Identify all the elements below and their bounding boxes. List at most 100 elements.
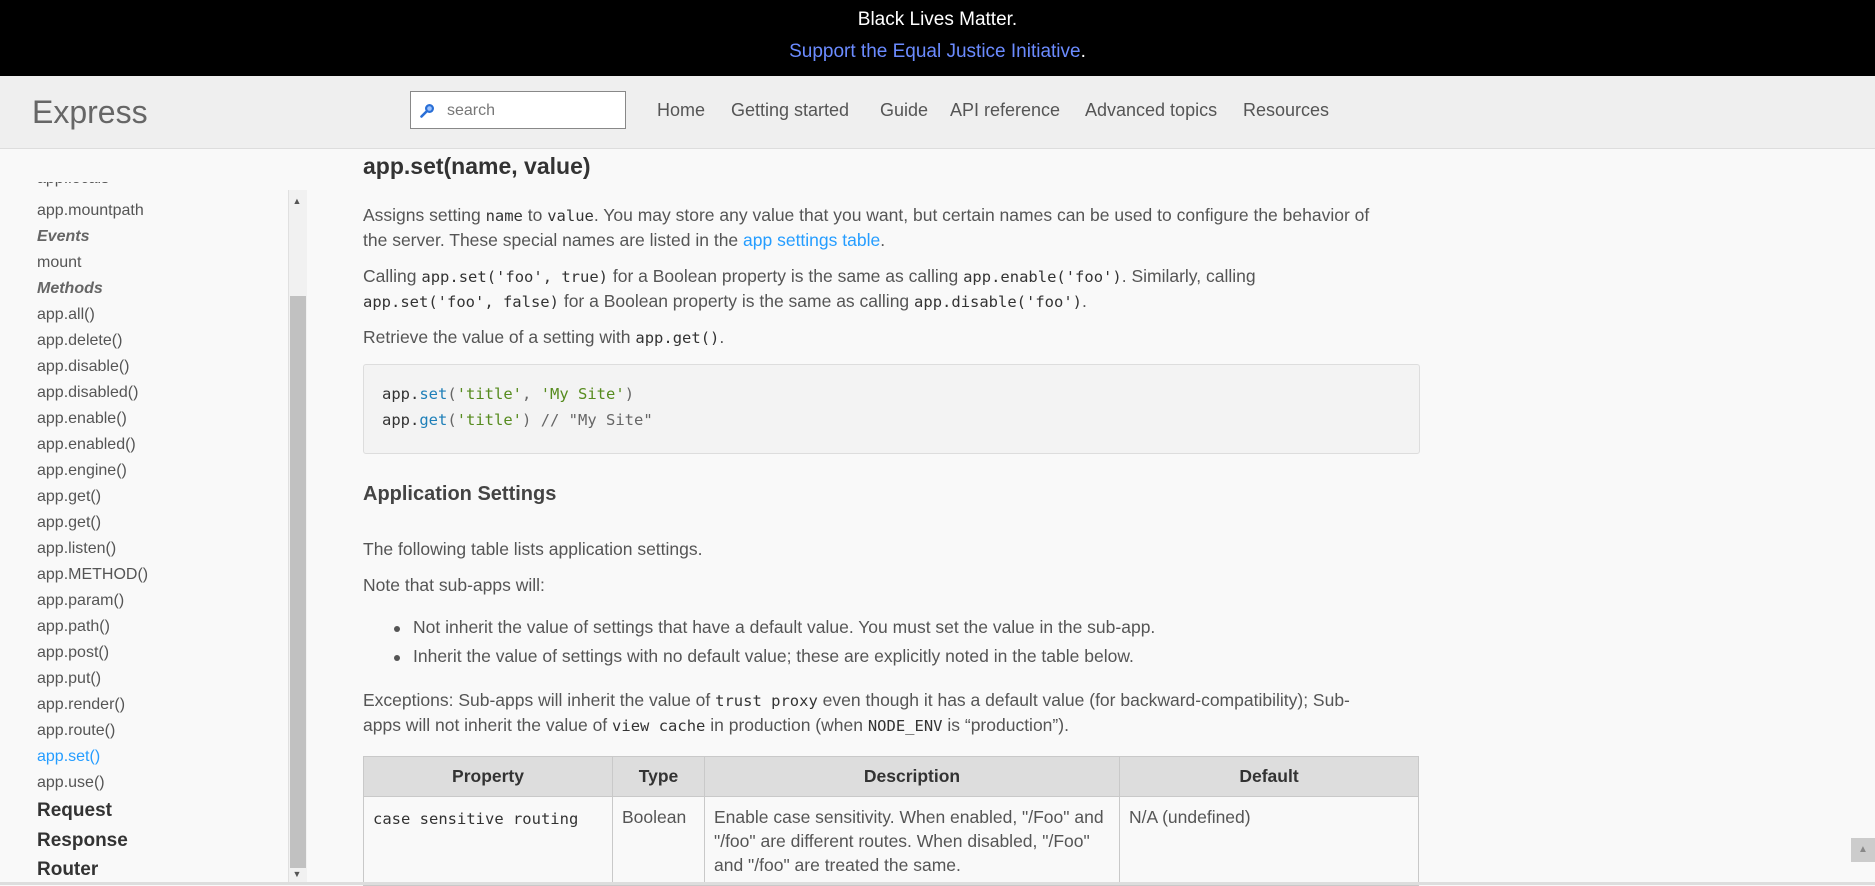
code-token: 'title' <box>456 385 523 403</box>
nav-guide[interactable]: Guide <box>880 100 928 121</box>
sidebar-item[interactable]: app.post() <box>37 644 109 662</box>
list-item: Inherit the value of settings with no de… <box>413 646 1134 666</box>
column-header-property: Property <box>363 756 613 797</box>
banner-period: . <box>1080 41 1086 62</box>
code-token: . <box>410 411 420 429</box>
text: even though it has a default value (for … <box>817 690 1350 710</box>
text: . <box>1082 291 1087 311</box>
sidebar-item[interactable]: app.mountpath <box>37 202 144 220</box>
sidebar-scrollbar-thumb[interactable] <box>290 296 306 868</box>
text: . <box>880 230 886 250</box>
text: Retrieve the value of a setting with <box>363 327 636 347</box>
express-logo[interactable]: Express <box>32 94 148 131</box>
text: for a Boolean property is the same as ca… <box>558 291 915 311</box>
search-icon <box>420 104 434 118</box>
inline-code: app.disable('foo') <box>914 293 1083 311</box>
column-header-type: Type <box>612 756 705 797</box>
sidebar-item[interactable]: app.render() <box>37 696 125 714</box>
code-token: 'title' <box>456 411 523 429</box>
sidebar-item[interactable]: app.param() <box>37 592 124 610</box>
sidebar-item[interactable]: app.METHOD() <box>37 566 148 584</box>
text: Assigns setting <box>363 205 486 225</box>
text: the server. These special names are list… <box>363 230 744 250</box>
search-input[interactable] <box>445 98 619 124</box>
inline-code: trust proxy <box>715 692 818 710</box>
sidebar-item[interactable]: app.path() <box>37 618 110 636</box>
paragraph-exceptions: Exceptions: Sub-apps will inherit the va… <box>363 688 1423 738</box>
back-to-top-arrow-icon[interactable]: ▲ <box>1851 838 1875 862</box>
inline-code: NODE_ENV <box>867 717 943 735</box>
sidebar-item-clipped[interactable]: app.locals <box>37 182 109 188</box>
sidebar-item[interactable]: app.route() <box>37 722 115 740</box>
code-token: ( <box>447 411 457 429</box>
text: Calling <box>363 266 422 286</box>
sidebar-item[interactable]: app.enable() <box>37 410 127 428</box>
search-box[interactable] <box>410 91 626 129</box>
bullet-dot <box>394 626 400 632</box>
sidebar-item[interactable]: app.disable() <box>37 358 130 376</box>
sidebar-section-request[interactable]: Request <box>37 800 112 822</box>
cell-type: Boolean <box>612 796 705 886</box>
text: to <box>522 205 548 225</box>
nav-home[interactable]: Home <box>657 100 705 121</box>
sidebar-section-router[interactable]: Router <box>37 859 98 881</box>
sidebar-item[interactable]: app.get() <box>37 488 101 506</box>
text: in production (when <box>705 715 868 735</box>
sidebar-item[interactable]: app.get() <box>37 514 101 532</box>
code-token: app <box>382 411 410 429</box>
text: Exceptions: Sub-apps will inherit the va… <box>363 690 716 710</box>
nav-advanced-topics[interactable]: Advanced topics <box>1085 100 1217 121</box>
sidebar-item[interactable]: app.enabled() <box>37 436 136 454</box>
sidebar-heading-events: Events <box>37 228 90 245</box>
code-line-1: app.set('title', 'My Site') <box>382 385 634 403</box>
cell-description: Enable case sensitivity. When enabled, "… <box>704 796 1120 886</box>
scroll-down-arrow-icon[interactable]: ▼ <box>292 869 302 879</box>
sidebar-item[interactable]: app.all() <box>37 306 95 324</box>
code-token: ) <box>522 411 532 429</box>
inline-code: app.set('foo', true) <box>421 268 609 286</box>
code-token: get <box>419 411 448 429</box>
sidebar-heading-methods: Methods <box>37 280 103 297</box>
app-settings-table-link[interactable]: app settings table <box>743 230 880 250</box>
inline-code: value <box>547 207 594 225</box>
cell-property: case sensitive routing <box>363 796 613 886</box>
nav-resources[interactable]: Resources <box>1243 100 1329 121</box>
column-header-default: Default <box>1119 756 1419 797</box>
code-token: ) <box>624 385 635 403</box>
sidebar-section-response[interactable]: Response <box>37 830 128 852</box>
code-token: , <box>522 385 541 403</box>
sidebar-item[interactable]: app.engine() <box>37 462 127 480</box>
text: . Similarly, calling <box>1121 266 1256 286</box>
cell-default: N/A (undefined) <box>1119 796 1419 886</box>
sidebar-item[interactable]: app.disabled() <box>37 384 138 402</box>
banner-link-line: Support the Equal Justice Initiative. <box>0 41 1875 63</box>
nav-getting-started[interactable]: Getting started <box>731 100 849 121</box>
announcement-banner: Black Lives Matter. Support the Equal Ju… <box>0 0 1875 76</box>
text: for a Boolean property is the same as ca… <box>608 266 964 286</box>
code-token: set <box>419 385 448 403</box>
sidebar-item-active[interactable]: app.set() <box>37 748 100 766</box>
code-token: . <box>410 385 420 403</box>
sidebar-item[interactable]: app.put() <box>37 670 101 688</box>
code-token: app <box>382 385 410 403</box>
sidebar-item[interactable]: app.listen() <box>37 540 116 558</box>
section-heading-application-settings: Application Settings <box>363 483 557 505</box>
top-navbar: Express Home Getting started Guide API r… <box>0 76 1875 149</box>
api-sidebar: app.locals app.mountpath Events mount Me… <box>0 178 290 885</box>
inline-code: app.set('foo', false) <box>363 293 559 311</box>
paragraph-retrieve: Retrieve the value of a setting with app… <box>363 325 1423 350</box>
inline-code: app.enable('foo') <box>963 268 1122 286</box>
table-row: case sensitive routing Boolean Enable ca… <box>363 796 1419 886</box>
paragraph-calling: Calling app.set('foo', true) for a Boole… <box>363 264 1423 314</box>
scroll-up-arrow-icon[interactable]: ▲ <box>292 196 302 206</box>
sidebar-item[interactable]: app.use() <box>37 774 105 792</box>
equal-justice-link[interactable]: Support the Equal Justice Initiative <box>789 41 1081 62</box>
sidebar-item[interactable]: app.delete() <box>37 332 122 350</box>
paragraph-subapps: Note that sub-apps will: <box>363 575 545 595</box>
text: . <box>719 327 725 347</box>
list-item: Not inherit the value of settings that h… <box>413 617 1156 637</box>
paragraph-assigns: Assigns setting name to value. You may s… <box>363 203 1423 252</box>
code-comment: // "My Site" <box>531 411 653 429</box>
nav-api-reference[interactable]: API reference <box>950 100 1060 121</box>
sidebar-item[interactable]: mount <box>37 254 81 272</box>
